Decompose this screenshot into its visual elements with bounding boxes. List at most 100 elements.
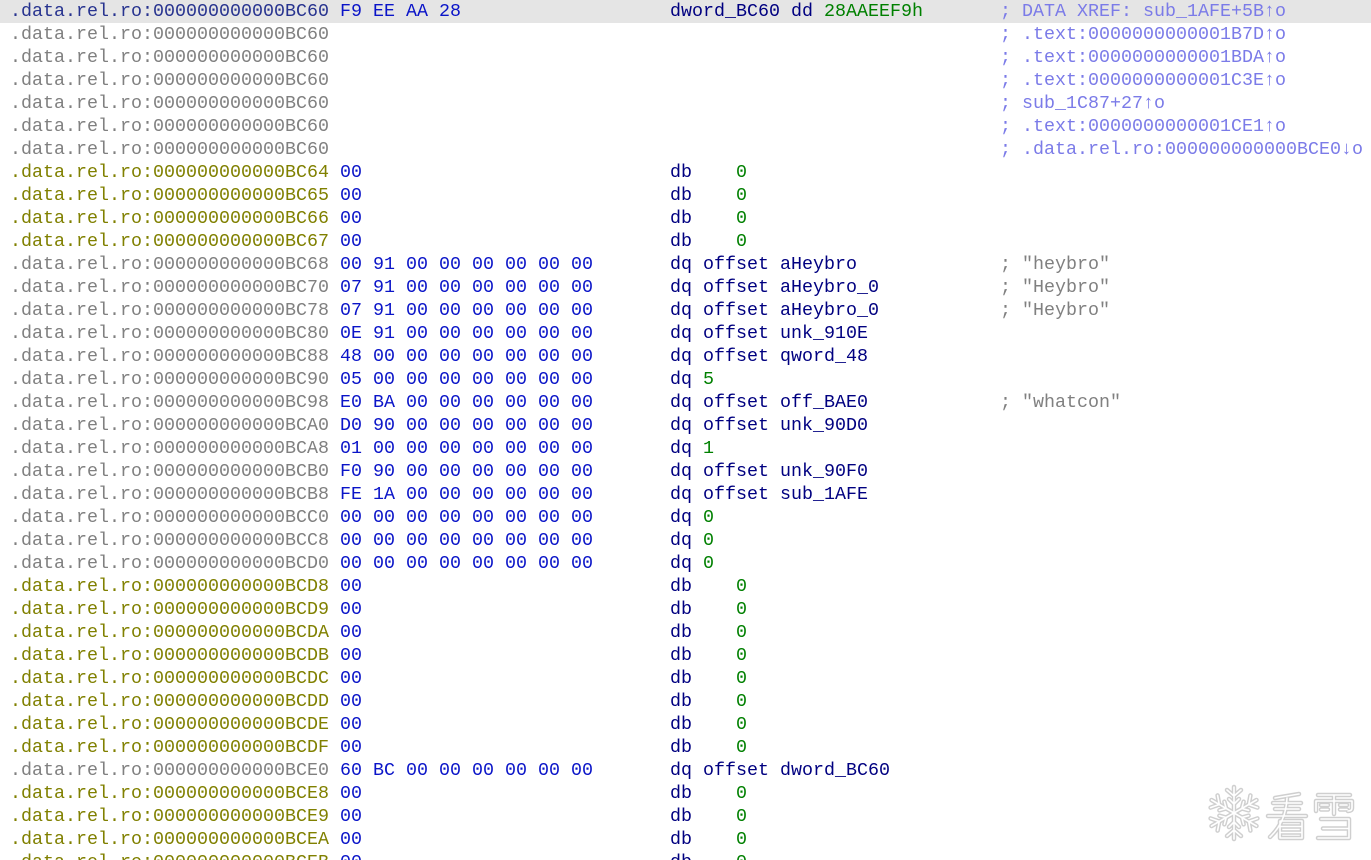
listing-row[interactable]: .data.rel.ro:000000000000BC60 ; .text:000…: [0, 46, 1371, 69]
operand-keyword: offset: [703, 392, 769, 413]
listing-row[interactable]: .data.rel.ro:000000000000BC60 ; .text:000…: [0, 115, 1371, 138]
operand-value: 0: [736, 668, 747, 689]
row-address: .data.rel.ro:000000000000BC67: [10, 231, 329, 252]
hex-bytes: 00: [340, 737, 362, 758]
operand-name[interactable]: sub_1AFE: [780, 483, 868, 506]
row-address: .data.rel.ro:000000000000BCDE: [10, 714, 329, 735]
listing-row[interactable]: .data.rel.ro:000000000000BCC8 00 00 00 00…: [0, 529, 1371, 552]
row-address: .data.rel.ro:000000000000BC60: [10, 47, 329, 68]
mnemonic: db: [670, 162, 692, 183]
mnemonic: dq: [670, 484, 692, 505]
listing-row[interactable]: .data.rel.ro:000000000000BC70 07 91 00 00…: [0, 276, 1371, 299]
operand-name[interactable]: unk_90D0: [780, 414, 868, 437]
operand-name[interactable]: qword_48: [780, 345, 868, 368]
row-address: .data.rel.ro:000000000000BCDF: [10, 737, 329, 758]
row-address: .data.rel.ro:000000000000BCD9: [10, 599, 329, 620]
listing-row[interactable]: .data.rel.ro:000000000000BCD9 00 db 0: [0, 598, 1371, 621]
listing-row[interactable]: .data.rel.ro:000000000000BC65 00 db 0: [0, 184, 1371, 207]
listing-row[interactable]: .data.rel.ro:000000000000BC88 48 00 00 00…: [0, 345, 1371, 368]
operand-value: 0: [736, 208, 747, 229]
operand-value: 1: [703, 438, 714, 459]
listing-row[interactable]: .data.rel.ro:000000000000BCEB 00 db 0: [0, 851, 1371, 860]
listing-row-selected[interactable]: .data.rel.ro:000000000000BC60 F9 EE AA 28…: [0, 0, 1371, 23]
listing-row[interactable]: .data.rel.ro:000000000000BCC0 00 00 00 00…: [0, 506, 1371, 529]
listing-row[interactable]: .data.rel.ro:000000000000BCDA 00 db 0: [0, 621, 1371, 644]
operand-value: 0: [736, 714, 747, 735]
operand-name[interactable]: unk_90F0: [780, 460, 868, 483]
operand-name[interactable]: unk_910E: [780, 322, 868, 345]
string-comment: ; "whatcon": [1000, 392, 1121, 413]
operand-name[interactable]: aHeybro_0: [780, 276, 879, 299]
row-address: .data.rel.ro:000000000000BCC0: [10, 507, 329, 528]
operand-value: 0: [736, 806, 747, 827]
listing-row[interactable]: .data.rel.ro:000000000000BCD0 00 00 00 00…: [0, 552, 1371, 575]
listing-row[interactable]: .data.rel.ro:000000000000BCB8 FE 1A 00 00…: [0, 483, 1371, 506]
listing-row[interactable]: .data.rel.ro:000000000000BCEA 00 db 0: [0, 828, 1371, 851]
xref-comment[interactable]: ; .text:0000000000001B7D↑o: [1000, 23, 1286, 46]
listing-row[interactable]: .data.rel.ro:000000000000BC78 07 91 00 00…: [0, 299, 1371, 322]
mnemonic: db: [670, 851, 692, 860]
listing-row[interactable]: .data.rel.ro:000000000000BC98 E0 BA 00 00…: [0, 391, 1371, 414]
listing-row[interactable]: .data.rel.ro:000000000000BCDC 00 db 0: [0, 667, 1371, 690]
mnemonic: db: [670, 185, 692, 206]
listing-row[interactable]: .data.rel.ro:000000000000BC80 0E 91 00 00…: [0, 322, 1371, 345]
listing-row[interactable]: .data.rel.ro:000000000000BCDE 00 db 0: [0, 713, 1371, 736]
listing-row[interactable]: .data.rel.ro:000000000000BCE0 60 BC 00 00…: [0, 759, 1371, 782]
xref-comment[interactable]: ; .text:0000000000001CE1↑o: [1000, 115, 1286, 138]
operand-value: 0: [736, 231, 747, 252]
operand-name[interactable]: off_BAE0: [780, 391, 868, 414]
listing-row[interactable]: .data.rel.ro:000000000000BCDB 00 db 0: [0, 644, 1371, 667]
listing-row[interactable]: .data.rel.ro:000000000000BC60 ; sub_1C87+…: [0, 92, 1371, 115]
listing-row[interactable]: .data.rel.ro:000000000000BCDD 00 db 0: [0, 690, 1371, 713]
row-address: .data.rel.ro:000000000000BC66: [10, 208, 329, 229]
xref-comment[interactable]: ; .text:0000000000001C3E↑o: [1000, 69, 1286, 92]
xref-comment[interactable]: ; DATA XREF: sub_1AFE+5B↑o: [1000, 0, 1286, 23]
listing-row[interactable]: .data.rel.ro:000000000000BC66 00 db 0: [0, 207, 1371, 230]
xref-comment[interactable]: ; sub_1C87+27↑o: [1000, 92, 1165, 115]
mnemonic: db: [670, 691, 692, 712]
mnemonic: db: [670, 829, 692, 850]
mnemonic: db: [670, 622, 692, 643]
row-address: .data.rel.ro:000000000000BC65: [10, 185, 329, 206]
data-label[interactable]: dword_BC60: [670, 0, 780, 23]
mnemonic: db: [670, 599, 692, 620]
listing-row[interactable]: .data.rel.ro:000000000000BC67 00 db 0: [0, 230, 1371, 253]
mnemonic: dq: [670, 530, 692, 551]
operand-name[interactable]: aHeybro: [780, 253, 857, 276]
disassembly-listing[interactable]: .data.rel.ro:000000000000BC60 F9 EE AA 28…: [0, 0, 1371, 860]
row-address: .data.rel.ro:000000000000BCB0: [10, 461, 329, 482]
mnemonic: dq: [670, 369, 692, 390]
listing-row[interactable]: .data.rel.ro:000000000000BCD8 00 db 0: [0, 575, 1371, 598]
mnemonic: dq: [670, 323, 692, 344]
listing-row[interactable]: .data.rel.ro:000000000000BCA0 D0 90 00 00…: [0, 414, 1371, 437]
hex-bytes: 00: [340, 185, 362, 206]
operand-value: 0: [736, 622, 747, 643]
row-address: .data.rel.ro:000000000000BC90: [10, 369, 329, 390]
hex-bytes: F9 EE AA 28: [340, 1, 461, 22]
listing-row[interactable]: .data.rel.ro:000000000000BCE9 00 db 0: [0, 805, 1371, 828]
row-address: .data.rel.ro:000000000000BC68: [10, 254, 329, 275]
listing-row[interactable]: .data.rel.ro:000000000000BCB0 F0 90 00 00…: [0, 460, 1371, 483]
mnemonic: dq: [670, 254, 692, 275]
hex-bytes: 00: [340, 783, 362, 804]
listing-row[interactable]: .data.rel.ro:000000000000BCE8 00 db 0: [0, 782, 1371, 805]
listing-row[interactable]: .data.rel.ro:000000000000BCDF 00 db 0: [0, 736, 1371, 759]
xref-comment[interactable]: ; .data.rel.ro:000000000000BCE0↓o: [1000, 138, 1363, 161]
xref-comment[interactable]: ; .text:0000000000001BDA↑o: [1000, 46, 1286, 69]
operand-value: 0: [736, 851, 747, 860]
operand-name[interactable]: aHeybro_0: [780, 299, 879, 322]
operand-value: 0: [703, 530, 714, 551]
listing-row[interactable]: .data.rel.ro:000000000000BC60 ; .text:000…: [0, 69, 1371, 92]
operand-keyword: offset: [703, 484, 769, 505]
operand-keyword: offset: [703, 254, 769, 275]
mnemonic: dq: [670, 277, 692, 298]
hex-bytes: 05 00 00 00 00 00 00 00: [340, 369, 593, 390]
operand-value: 0: [736, 691, 747, 712]
listing-row[interactable]: .data.rel.ro:000000000000BC64 00 db 0: [0, 161, 1371, 184]
operand-name[interactable]: dword_BC60: [780, 759, 890, 782]
listing-row[interactable]: .data.rel.ro:000000000000BC60 ; .text:000…: [0, 23, 1371, 46]
listing-row[interactable]: .data.rel.ro:000000000000BC68 00 91 00 00…: [0, 253, 1371, 276]
listing-row[interactable]: .data.rel.ro:000000000000BC90 05 00 00 00…: [0, 368, 1371, 391]
listing-row[interactable]: .data.rel.ro:000000000000BCA8 01 00 00 00…: [0, 437, 1371, 460]
listing-row[interactable]: .data.rel.ro:000000000000BC60 ; .data.rel…: [0, 138, 1371, 161]
